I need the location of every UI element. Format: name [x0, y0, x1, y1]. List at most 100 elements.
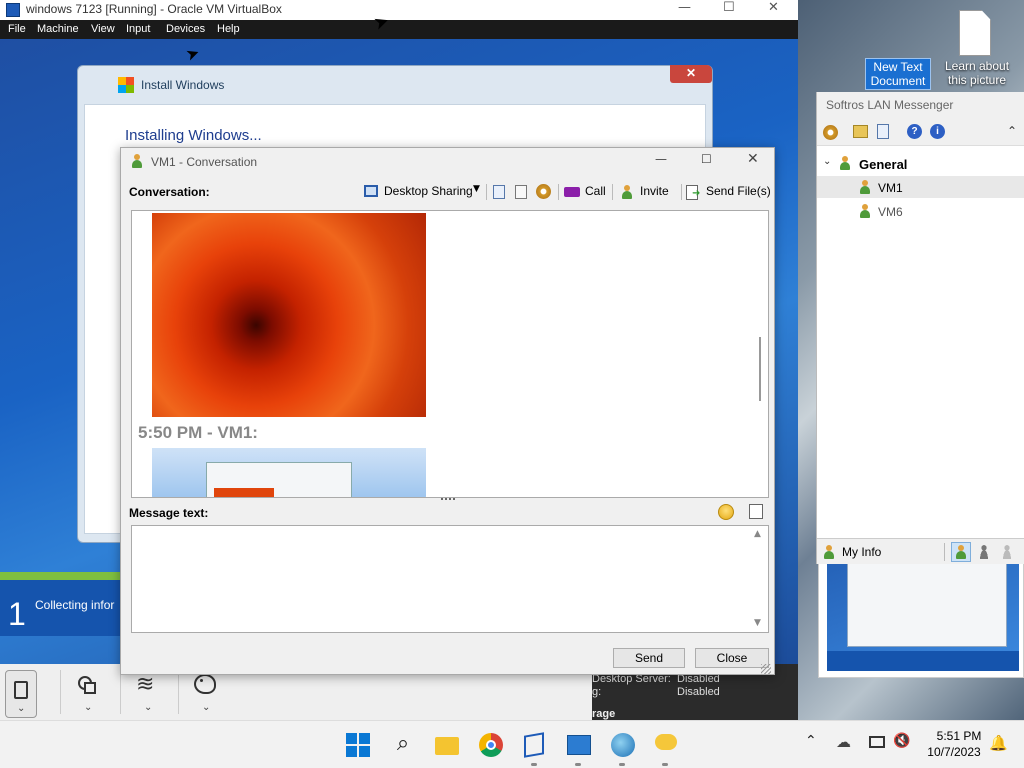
- settings-gear-icon[interactable]: [823, 125, 838, 140]
- splitter-handle[interactable]: [441, 498, 455, 502]
- logs-tool-button[interactable]: ≋: [136, 672, 154, 697]
- conversation-title: VM1 - Conversation: [151, 155, 258, 169]
- my-info-button[interactable]: My Info: [842, 545, 881, 559]
- clock-date[interactable]: 10/7/2023: [922, 745, 986, 759]
- install-close-button[interactable]: ✕: [670, 65, 712, 83]
- send-files-button[interactable]: ➜ Send File(s): [686, 182, 771, 202]
- history-icon[interactable]: [877, 124, 889, 139]
- menu-view[interactable]: View: [91, 23, 115, 35]
- file-explorer-icon[interactable]: [433, 731, 461, 759]
- menu-devices[interactable]: Devices: [166, 23, 205, 35]
- step-number: 1: [8, 596, 26, 632]
- section-heading: rage: [592, 708, 616, 720]
- info-icon[interactable]: i: [930, 124, 945, 139]
- messenger-taskbar-icon[interactable]: [652, 731, 680, 759]
- conversation-history[interactable]: 5:50 PM - VM1:: [131, 210, 769, 498]
- messenger-titlebar: Softros LAN Messenger: [817, 92, 1024, 118]
- group-label: General: [859, 157, 908, 172]
- received-image-flower[interactable]: [152, 213, 426, 417]
- received-image-screenshot[interactable]: [152, 448, 426, 497]
- taskbar-active-indicator: [575, 763, 581, 766]
- learn-about-label: Learn about this picture: [944, 59, 1010, 87]
- minimize-button[interactable]: —: [678, 0, 691, 15]
- palette-icon: [200, 679, 203, 682]
- detail-value: Disabled: [677, 686, 720, 698]
- desktop-icon-new-text-document[interactable]: New Text Document: [865, 58, 931, 90]
- close-button[interactable]: ✕: [768, 0, 779, 15]
- send-files-label: Send File(s): [706, 184, 771, 198]
- maximize-button[interactable]: ☐: [701, 152, 712, 166]
- network-globe-icon[interactable]: [609, 731, 637, 759]
- scrollbar-thumb[interactable]: [759, 337, 761, 401]
- help-icon[interactable]: ?: [907, 124, 922, 139]
- status-offline-icon[interactable]: [1001, 545, 1013, 559]
- file-icon: [959, 10, 991, 56]
- user-label: VM1: [878, 181, 903, 195]
- install-heading: Installing Windows...: [125, 127, 262, 144]
- scroll-down-arrow[interactable]: ▼: [754, 618, 761, 628]
- taskbar: ⌕ ⌃ ☁ 🔇 5:51 PM 10/7/2023 🔔: [0, 720, 1024, 768]
- file-info-icon[interactable]: [515, 185, 527, 199]
- virtualbox-titlebar: windows 7123 [Running] - Oracle VM Virtu…: [0, 0, 798, 20]
- windows-logo-icon: [346, 733, 370, 757]
- chevron-down-icon[interactable]: ⌄: [144, 702, 152, 713]
- vm-window-taskbar-icon[interactable]: [565, 731, 593, 759]
- clock-time[interactable]: 5:51 PM: [934, 729, 984, 743]
- group-general[interactable]: ⌄ General: [817, 152, 1024, 174]
- format-edit-icon[interactable]: [749, 504, 763, 519]
- maximize-button[interactable]: ☐: [723, 0, 735, 15]
- step-text: Collecting infor: [35, 598, 115, 612]
- call-button[interactable]: Call: [564, 182, 614, 202]
- menu-input[interactable]: Input: [126, 23, 150, 35]
- chrome-icon[interactable]: [477, 731, 505, 759]
- close-dialog-button[interactable]: Close: [695, 648, 769, 668]
- chevron-down-icon: ⌄: [17, 703, 26, 714]
- hard-disk-tool-button[interactable]: ⌄: [5, 670, 37, 718]
- detail-label: g:: [592, 686, 602, 698]
- snapshot-icon-square: [84, 682, 96, 694]
- status-available-button[interactable]: [951, 542, 971, 562]
- vm-window-shape: [567, 735, 591, 755]
- desktop-icon-learn[interactable]: Learn about this picture: [942, 6, 1012, 90]
- chevron-down-icon[interactable]: ⌄: [202, 702, 210, 713]
- emoji-icon[interactable]: [718, 504, 734, 520]
- chevron-down-icon[interactable]: ⌄: [84, 702, 92, 713]
- invite-label: Invite: [640, 184, 669, 198]
- resize-grip[interactable]: [761, 664, 771, 674]
- menu-file[interactable]: File: [8, 23, 26, 35]
- close-button[interactable]: ✕: [747, 151, 759, 167]
- menu-help[interactable]: Help: [217, 23, 240, 35]
- divider: [120, 670, 121, 714]
- snapshot-tool-button[interactable]: [76, 674, 100, 698]
- onedrive-cloud-icon[interactable]: ☁: [836, 733, 851, 751]
- monitor-tray-icon[interactable]: [869, 736, 885, 748]
- volume-muted-icon[interactable]: 🔇: [893, 733, 910, 749]
- collapse-icon[interactable]: ⌃: [1007, 124, 1017, 138]
- conversation-titlebar: VM1 - Conversation — ☐ ✕: [121, 148, 774, 176]
- message-text-input[interactable]: ▲ ▼: [131, 525, 769, 633]
- scroll-up-arrow[interactable]: ▲: [754, 529, 761, 539]
- toolbar-separator: [486, 184, 487, 200]
- search-icon[interactable]: ⌕: [389, 731, 417, 759]
- add-group-icon[interactable]: [853, 125, 868, 138]
- minimize-button[interactable]: —: [655, 152, 667, 166]
- divider: [60, 670, 61, 714]
- user-item-vm6[interactable]: VM6: [817, 200, 1024, 222]
- show-hidden-icons-icon[interactable]: ⌃: [805, 733, 817, 749]
- toolbar-separator: [681, 184, 682, 200]
- menu-machine[interactable]: Machine: [37, 23, 79, 35]
- virtualbox-taskbar-icon[interactable]: [520, 731, 548, 759]
- invite-button[interactable]: Invite: [619, 182, 677, 202]
- palette-tool-button[interactable]: [194, 674, 216, 694]
- notification-bell-icon[interactable]: 🔔: [989, 734, 1008, 752]
- taskbar-active-indicator: [531, 763, 537, 766]
- settings-gear-icon[interactable]: [536, 184, 551, 199]
- user-online-icon: [859, 204, 871, 218]
- preview-dialog: [847, 563, 1007, 647]
- user-item-vm1[interactable]: VM1: [817, 176, 1024, 198]
- start-button[interactable]: [344, 731, 372, 759]
- virtualbox-title: windows 7123 [Running] - Oracle VM Virtu…: [26, 2, 282, 16]
- status-away-icon[interactable]: [978, 545, 990, 559]
- history-icon[interactable]: [493, 185, 505, 199]
- send-button[interactable]: Send: [613, 648, 685, 668]
